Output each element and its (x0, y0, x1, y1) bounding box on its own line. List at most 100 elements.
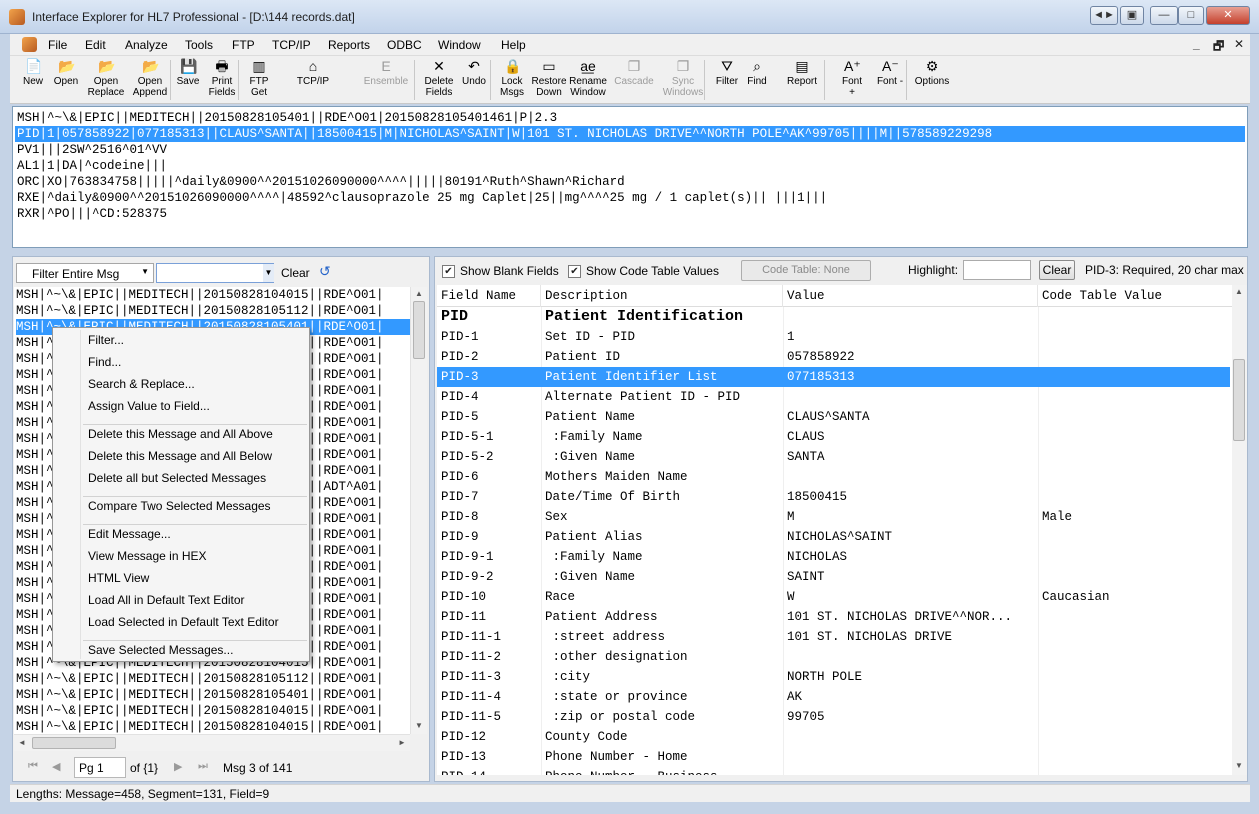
cell-field-name[interactable]: PID-9-1 (437, 547, 541, 567)
scroll-down-icon[interactable]: ▼ (1235, 761, 1243, 770)
font-button[interactable]: A⁺ Font + (838, 58, 866, 98)
report-button[interactable]: ▤ Report (782, 58, 822, 87)
context-menu-item-assign-value-to-field[interactable]: Assign Value to Field... (88, 399, 210, 413)
tcp-ip-button[interactable]: ⌂ TCP/IP (290, 58, 336, 87)
cell-field-name[interactable]: PID-9-2 (437, 567, 541, 587)
cell-field-name[interactable]: PID-14 (437, 767, 541, 775)
cell-value[interactable]: 057858922 (783, 347, 1038, 367)
filter-dropdown-icon[interactable]: ▼ (263, 264, 274, 282)
cell-value[interactable]: 1 (783, 327, 1038, 347)
cell-value[interactable]: CLAUS (783, 427, 1038, 447)
table-row[interactable]: PID-11-3 :city NORTH POLE (437, 667, 1230, 687)
raw-segment-line[interactable]: PV1|||2SW^2516^01^VV (17, 142, 167, 158)
scroll-thumb[interactable] (413, 301, 425, 359)
cell-description[interactable]: Mothers Maiden Name (541, 467, 783, 487)
cell-field-name[interactable]: PID-12 (437, 727, 541, 747)
cascade-button[interactable]: ❐ Cascade (614, 58, 654, 87)
list-item[interactable]: MSH|^~\&|EPIC||MEDITECH||20150828105112|… (16, 671, 410, 687)
table-row[interactable]: PID-3 Patient Identifier List 077185313 (437, 367, 1230, 387)
list-item[interactable]: MSH|^~\&|EPIC||MEDITECH||20150828104015|… (16, 719, 410, 734)
cell-description[interactable]: Patient Name (541, 407, 783, 427)
filter-mode-select[interactable]: Filter Entire Msg ▼ (16, 263, 154, 283)
cell-field-name[interactable]: PID-13 (437, 747, 541, 767)
filter-clear-button[interactable]: Clear (281, 266, 310, 280)
cell-field-name[interactable]: PID-11-2 (437, 647, 541, 667)
context-menu-item-compare-two-selected-messages[interactable]: Compare Two Selected Messages (88, 499, 271, 513)
show-code-table-checkbox[interactable]: ✔ (568, 265, 581, 278)
raw-segment-line[interactable]: ORC|XO|763834758|||||^daily&0900^^201510… (17, 174, 625, 190)
cell-value[interactable]: NICHOLAS (783, 547, 1038, 567)
context-menu-item-delete-this-message-and-all-above[interactable]: Delete this Message and All Above (88, 427, 273, 441)
table-row[interactable]: PID-1 Set ID - PID 1 (437, 327, 1230, 347)
table-row[interactable]: PID-5-1 :Family Name CLAUS (437, 427, 1230, 447)
menu-help[interactable]: Help (501, 38, 526, 52)
app-icon[interactable] (9, 9, 25, 25)
print-fields-button[interactable]: 🖶 Print Fields (206, 58, 238, 98)
cell-description[interactable]: Patient Identification (541, 307, 783, 327)
cell-description[interactable]: :Given Name (541, 447, 783, 467)
cell-description[interactable]: Patient Identifier List (541, 367, 783, 387)
table-row[interactable]: PID-14Phone Number - Business (437, 767, 1230, 775)
cell-field-name[interactable]: PID-11-3 (437, 667, 541, 687)
cell-code-table-value[interactable]: Caucasian (1038, 587, 1230, 607)
menu-analyze[interactable]: Analyze (125, 38, 168, 52)
mdi-restore-button[interactable]: 🗗 (1213, 37, 1224, 58)
menu-tools[interactable]: Tools (185, 38, 213, 52)
find-button[interactable]: ⌕ Find (745, 58, 769, 87)
cell-field-name[interactable]: PID-3 (437, 367, 541, 387)
column-header-value[interactable]: Value (783, 285, 1038, 307)
cell-field-name[interactable]: PID-2 (437, 347, 541, 367)
window-maximize-button[interactable]: □ (1178, 6, 1204, 25)
grid-vertical-scrollbar[interactable]: ▲ ▼ (1232, 285, 1247, 775)
table-row[interactable]: PID-11-2 :other designation (437, 647, 1230, 667)
context-menu-item-load-selected-in-default-text-editor[interactable]: Load Selected in Default Text Editor (88, 615, 279, 629)
fields-grid[interactable]: Field Name Description Value Code Table … (437, 285, 1232, 775)
restore-down-button[interactable]: ▭ Restore Down (531, 58, 567, 98)
ftp-get-button[interactable]: ▥ FTP Get (246, 58, 272, 98)
options-button[interactable]: ⚙ Options (912, 58, 952, 87)
cell-description[interactable]: Set ID - PID (541, 327, 783, 347)
message-list-horizontal-scrollbar[interactable]: ◄ ► (14, 734, 410, 751)
cell-description[interactable]: Patient Address (541, 607, 783, 627)
cell-description[interactable]: :other designation (541, 647, 783, 667)
previous-page-icon[interactable]: ◀ (52, 760, 60, 773)
raw-segment-line[interactable]: MSH|^~\&|EPIC||MEDITECH||20150828105401|… (17, 110, 557, 126)
mdi-close-button[interactable]: ✕ (1234, 37, 1244, 51)
window-minimize-button[interactable]: — (1150, 6, 1178, 25)
context-menu-item-filter[interactable]: Filter... (88, 333, 124, 347)
cell-description[interactable]: Sex (541, 507, 783, 527)
first-page-icon[interactable]: ⏮ (28, 760, 38, 773)
refresh-icon[interactable]: ↺ (319, 263, 331, 280)
menu-ftp[interactable]: FTP (232, 38, 255, 52)
window-restore-all-button[interactable]: ▣ (1120, 6, 1144, 25)
scroll-up-icon[interactable]: ▲ (1235, 287, 1243, 296)
context-menu-item-edit-message[interactable]: Edit Message... (88, 527, 171, 541)
table-row[interactable]: PID-6 Mothers Maiden Name (437, 467, 1230, 487)
sync-windows-button[interactable]: ❐ Sync Windows (661, 58, 705, 98)
table-row[interactable]: PID-2 Patient ID 057858922 (437, 347, 1230, 367)
cell-value[interactable]: M (783, 507, 1038, 527)
open-button[interactable]: 📂 Open (51, 58, 81, 87)
table-row[interactable]: PID-9 Patient Alias NICHOLAS^SAINT (437, 527, 1230, 547)
cell-field-name[interactable]: PID-6 (437, 467, 541, 487)
table-row[interactable]: PID-11-5 :zip or postal code 99705 (437, 707, 1230, 727)
scroll-up-icon[interactable]: ▲ (415, 289, 423, 298)
table-row[interactable]: PID-12 County Code (437, 727, 1230, 747)
cell-field-name[interactable]: PID-5-2 (437, 447, 541, 467)
page-input[interactable]: Pg 1 (74, 757, 126, 778)
cell-description[interactable]: :zip or postal code (541, 707, 783, 727)
cell-description[interactable]: Patient ID (541, 347, 783, 367)
context-menu-item-delete-this-message-and-all-below[interactable]: Delete this Message and All Below (88, 449, 272, 463)
cell-description[interactable]: Patient Alias (541, 527, 783, 547)
menu-edit[interactable]: Edit (85, 38, 106, 52)
table-row[interactable]: PID-8 Sex M Male (437, 507, 1230, 527)
cell-value[interactable]: 077185313 (783, 367, 1038, 387)
context-menu-item-view-message-in-hex[interactable]: View Message in HEX (88, 549, 207, 563)
cell-field-name[interactable]: PID-7 (437, 487, 541, 507)
cell-description[interactable]: :Family Name (541, 427, 783, 447)
cell-description[interactable]: Phone Number - Business (541, 767, 783, 775)
cell-value[interactable]: W (783, 587, 1038, 607)
raw-segment-line[interactable]: RXE|^daily&0900^^20151026090000^^^^|4859… (17, 190, 827, 206)
cell-field-name[interactable]: PID-9 (437, 527, 541, 547)
scroll-left-icon[interactable]: ◄ (18, 738, 26, 747)
